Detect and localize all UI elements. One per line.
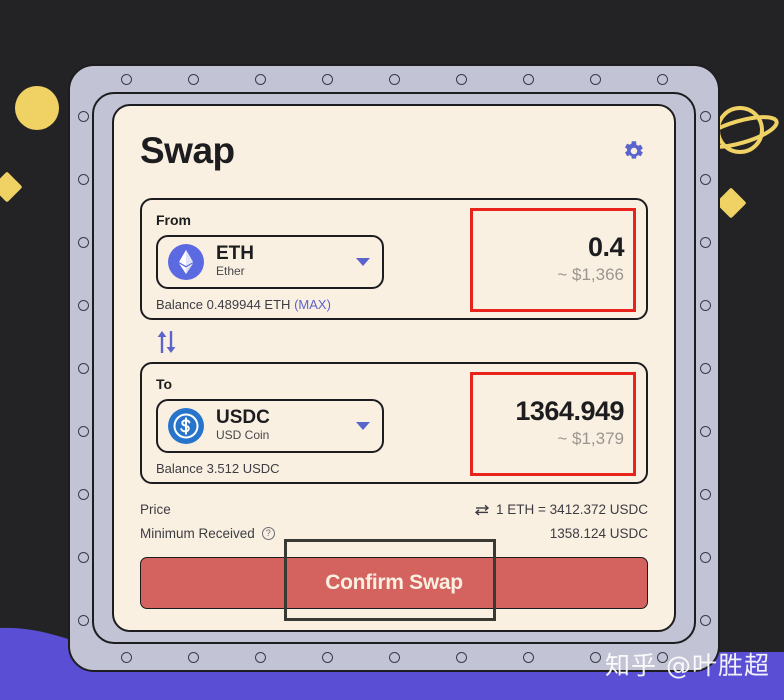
question-mark-icon[interactable]: ? (261, 526, 275, 540)
frame-screw (455, 651, 467, 663)
swap-direction-button[interactable] (154, 328, 180, 356)
from-amount-input[interactable]: 0.4 (588, 233, 625, 263)
frame-screw (656, 73, 668, 85)
minimum-received-label: Minimum Received (140, 525, 255, 541)
frame-screw (187, 651, 199, 663)
price-value: 1 ETH = 3412.372 USDC (496, 502, 648, 517)
gear-icon (624, 141, 643, 159)
frame-screw (77, 488, 89, 500)
swap-card: Swap From ETH Ether Balance 0.489944 ETH… (112, 104, 676, 632)
to-balance-text: Balance 3.512 USDC (156, 461, 280, 476)
details-block: Price 1 ETH = 3412.372 USDC Minimum Rece… (140, 500, 648, 543)
frame-screw (77, 425, 89, 437)
screenshot-root: Swap From ETH Ether Balance 0.489944 ETH… (0, 0, 784, 700)
swap-horizontal-icon[interactable] (475, 504, 490, 516)
yellow-circle-decoration (15, 86, 59, 130)
to-amount-highlight: 1364.949 ~ $1,379 (470, 372, 636, 476)
frame-screw (388, 73, 400, 85)
card-header: Swap (140, 130, 648, 172)
minimum-value-group: 1358.124 USDC (550, 524, 648, 544)
frame-screw (699, 551, 711, 563)
from-amount-usd: ~ $1,366 (557, 264, 624, 284)
minimum-received-value: 1358.124 USDC (549, 525, 648, 541)
to-token-text: USDC USD Coin (216, 408, 344, 444)
frame-screw (77, 236, 89, 248)
frame-screw (699, 362, 711, 374)
frame-screw (388, 651, 400, 663)
frame-screw (254, 651, 266, 663)
max-button[interactable]: (MAX) (294, 297, 331, 312)
minimum-label-group: Minimum Received ? (140, 524, 275, 544)
frame-screw (699, 425, 711, 437)
from-panel: From ETH Ether Balance 0.489944 ETH (MAX… (140, 198, 648, 320)
to-token-name: USD Coin (216, 428, 270, 443)
frame-screw (77, 110, 89, 122)
from-token-select[interactable]: ETH Ether (156, 235, 384, 289)
minimum-received-row: Minimum Received ? 1358.124 USDC (140, 524, 648, 544)
frame-screw (77, 362, 89, 374)
yellow-diamond-decoration-left (0, 171, 23, 203)
frame-screw (77, 299, 89, 311)
frame-screw (254, 73, 266, 85)
chevron-down-icon (356, 422, 370, 430)
frame-screw (522, 651, 534, 663)
frame-screw (699, 173, 711, 185)
frame-screw (455, 73, 467, 85)
usdc-icon (168, 408, 204, 444)
frame-screw (77, 614, 89, 626)
chevron-down-icon (356, 258, 370, 266)
ethereum-icon (168, 244, 204, 280)
frame-screw (120, 651, 132, 663)
to-panel: To USDC USD Coin Balance 3.512 USDC 1364… (140, 362, 648, 484)
frame-screw (699, 614, 711, 626)
frame-screw (699, 299, 711, 311)
frame-screw (589, 73, 601, 85)
page-title: Swap (140, 130, 235, 171)
from-token-symbol: ETH (216, 243, 254, 265)
frame-screw (589, 651, 601, 663)
to-amount-input[interactable]: 1364.949 (515, 397, 624, 427)
settings-button[interactable] (618, 136, 648, 166)
frame-screw (187, 73, 199, 85)
price-label-group: Price (140, 500, 171, 520)
from-balance-text: Balance 0.489944 ETH (156, 297, 291, 312)
to-amount-usd: ~ $1,379 (557, 428, 624, 448)
to-token-select[interactable]: USDC USD Coin (156, 399, 384, 453)
frame-screw (699, 236, 711, 248)
to-token-symbol: USDC (216, 407, 270, 429)
swap-vertical-arrows-icon (157, 331, 176, 353)
frame-screw (699, 110, 711, 122)
yellow-diamond-decoration-right (715, 187, 747, 219)
watermark: 知乎 @叶胜超 (605, 651, 770, 680)
frame-screw (77, 173, 89, 185)
price-row: Price 1 ETH = 3412.372 USDC (140, 500, 648, 520)
frame-screw (321, 651, 333, 663)
frame-screw (699, 488, 711, 500)
from-amount-highlight: 0.4 ~ $1,366 (470, 208, 636, 312)
from-token-text: ETH Ether (216, 244, 344, 280)
frame-screw (522, 73, 534, 85)
frame-screw (120, 73, 132, 85)
confirm-swap-button[interactable]: Confirm Swap (140, 557, 648, 610)
price-label: Price (140, 502, 171, 517)
price-value-group: 1 ETH = 3412.372 USDC (475, 500, 648, 520)
from-token-name: Ether (216, 264, 245, 279)
frame-screw (77, 551, 89, 563)
frame-screw (321, 73, 333, 85)
